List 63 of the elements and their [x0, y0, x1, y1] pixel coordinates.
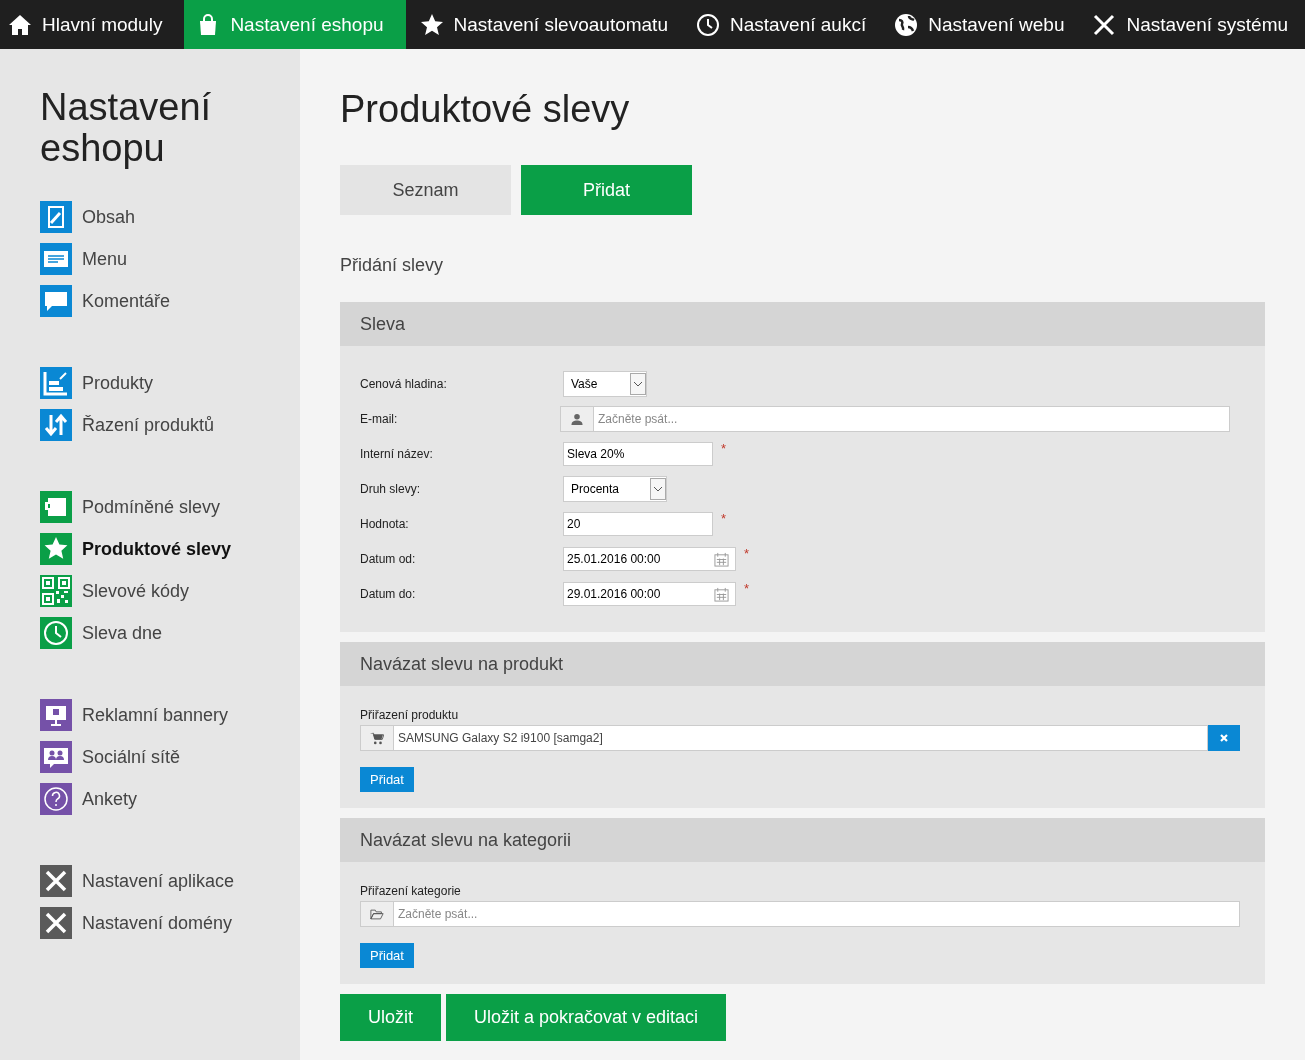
nav-tab[interactable]: Nastavení slevoautomatu — [405, 0, 682, 49]
cart-icon — [370, 731, 384, 745]
required-asterisk: * — [721, 441, 727, 456]
add-button[interactable]: Přidat — [360, 943, 414, 968]
clock-icon — [695, 12, 720, 37]
field-label: Druh slevy: — [360, 482, 422, 496]
dropdown[interactable]: Procenta — [563, 476, 667, 502]
nav-tab[interactable]: Nastavení systému — [1078, 0, 1303, 49]
panel-header: Navázat slevu na kategorii — [340, 818, 1265, 862]
required-asterisk: * — [721, 511, 727, 526]
sidebar-item[interactable]: Produkty — [40, 367, 300, 399]
required-asterisk: * — [744, 546, 750, 561]
sidebar-item[interactable]: Nastavení aplikace — [40, 865, 300, 897]
user-icon — [570, 412, 584, 426]
calendar-icon — [714, 586, 729, 602]
sidebar-item[interactable]: Produktové slevy — [40, 533, 300, 565]
folder-icon — [370, 907, 384, 921]
caret-icon — [650, 477, 666, 501]
field-label: Cenová hladina: — [360, 377, 448, 391]
calendar-icon — [714, 551, 729, 567]
nav-tab[interactable]: Nastavení webu — [880, 0, 1079, 49]
required-asterisk: * — [744, 581, 750, 596]
nav-tab[interactable]: Nastavení aukcí — [681, 0, 881, 49]
field-label: Interní název: — [360, 447, 434, 461]
tab[interactable]: Seznam — [340, 165, 511, 215]
email-field[interactable]: Začněte psát... — [560, 406, 1230, 432]
field-label: Přiřazení produktu — [360, 708, 460, 722]
date-field[interactable]: 25.01.2016 00:00 — [563, 547, 736, 571]
sidebar-item[interactable]: Řazení produktů — [40, 409, 300, 441]
star-icon — [419, 12, 444, 37]
house-icon — [8, 12, 32, 37]
page-title: Produktové slevy — [340, 87, 631, 131]
panel-header: Navázat slevu na produkt — [340, 642, 1265, 686]
sidebar-item[interactable]: Slevové kódy — [40, 575, 300, 607]
remove-button[interactable] — [1208, 725, 1240, 751]
category-field[interactable]: Začněte psát... — [360, 901, 1240, 927]
sidebar-item[interactable]: Komentáře — [40, 285, 300, 317]
sidebar-item[interactable]: Obsah — [40, 201, 300, 233]
close-icon — [1219, 733, 1229, 743]
sidebar-item[interactable]: Podmíněné slevy — [40, 491, 300, 523]
sidebar-item[interactable]: Sleva dne — [40, 617, 300, 649]
sidebar-item[interactable]: Sociální sítě — [40, 741, 300, 773]
field-label: Datum do: — [360, 587, 417, 601]
field-label: Přiřazení kategorie — [360, 884, 462, 898]
field-label: Hodnota: — [360, 517, 410, 531]
text-field[interactable]: Sleva 20% — [563, 442, 713, 466]
dropdown[interactable]: Vaše — [563, 371, 647, 397]
globe-icon — [894, 12, 919, 37]
nav-tab[interactable]: Hlavní moduly — [8, 0, 177, 49]
sidebar-item[interactable]: Ankety — [40, 783, 300, 815]
text-field[interactable]: 20 — [563, 512, 713, 536]
field-label: Datum od: — [360, 552, 417, 566]
field-label: E-mail: — [360, 412, 399, 426]
add-button[interactable]: Přidat — [360, 767, 414, 792]
form-subtitle: Přidání slevy — [340, 255, 445, 276]
sidebar-item[interactable]: Reklamní bannery — [40, 699, 300, 731]
sidebar-title: Nastavení eshopu — [40, 87, 213, 169]
sidebar-item[interactable]: Nastavení domény — [40, 907, 300, 939]
product-field[interactable]: SAMSUNG Galaxy S2 i9100 [samga2] — [360, 725, 1208, 751]
caret-icon — [630, 372, 646, 396]
sidebar-item[interactable]: Menu — [40, 243, 300, 275]
date-field[interactable]: 29.01.2016 00:00 — [563, 582, 736, 606]
panel-header: Sleva — [340, 302, 1265, 346]
